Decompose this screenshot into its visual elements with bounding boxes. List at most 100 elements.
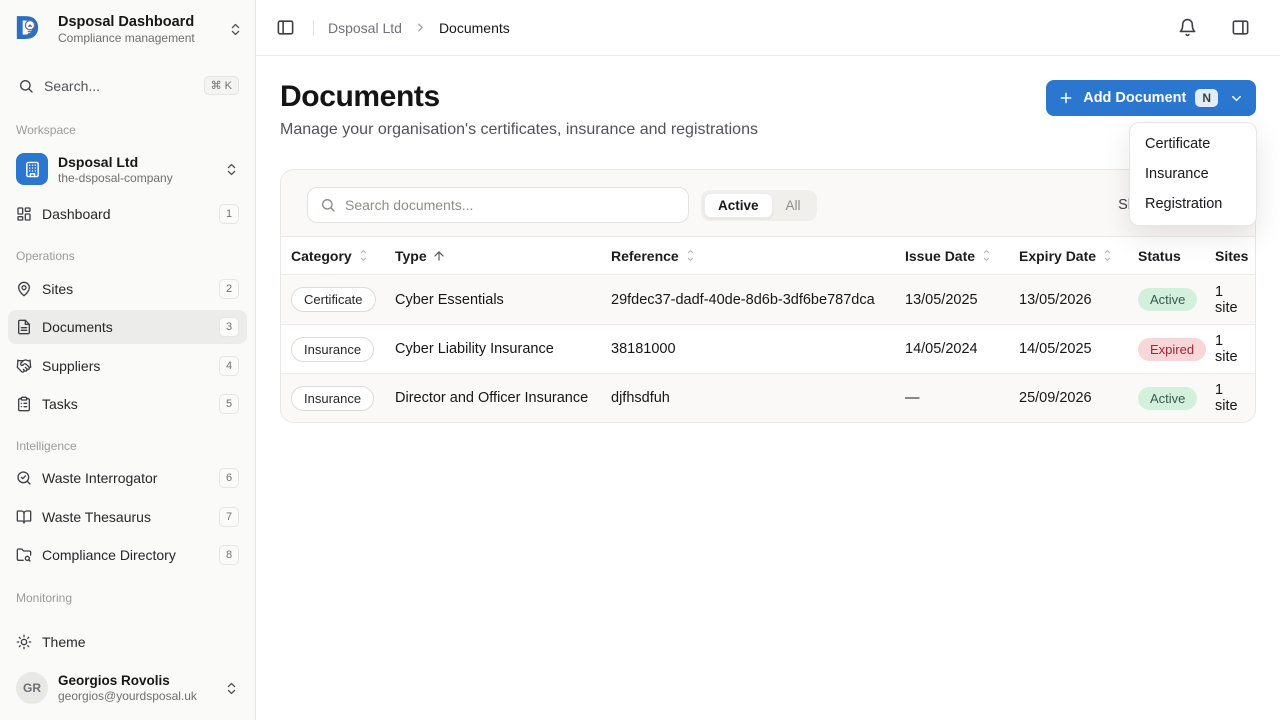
shortcut-badge: 4: [219, 356, 239, 376]
cell-issue-date: 13/05/2025: [905, 292, 978, 308]
cell-issue-date: 14/05/2024: [905, 341, 978, 357]
cell-expiry-date: 13/05/2026: [1019, 292, 1092, 308]
right-panel-toggle-button[interactable]: [1227, 14, 1254, 41]
sidebar-item-label: Dashboard: [42, 206, 209, 222]
sidebar-item-sites[interactable]: Sites 2: [8, 271, 247, 305]
notifications-bell-button[interactable]: [1174, 14, 1201, 41]
toggle-option-active[interactable]: Active: [704, 193, 773, 218]
shortcut-badge: 1: [219, 204, 239, 224]
add-document-button[interactable]: Add Document N: [1046, 80, 1256, 116]
menu-item-certificate[interactable]: Certificate: [1136, 129, 1250, 159]
top-header: Dsposal Ltd Documents: [256, 0, 1280, 56]
section-label-intelligence: Intelligence: [0, 423, 255, 459]
cell-type: Cyber Essentials: [395, 292, 504, 308]
chevrons-up-down-icon: [224, 162, 239, 177]
handshake-icon: [16, 358, 32, 374]
cell-type: Cyber Liability Insurance: [395, 341, 554, 357]
clipped-region: Activity: [0, 611, 255, 622]
title-row: Documents Manage your organisation's cer…: [280, 80, 1256, 139]
page-content: Documents Manage your organisation's cer…: [256, 56, 1280, 447]
sort-icon: [357, 249, 370, 262]
table-row[interactable]: Insurance Director and Officer Insurance…: [281, 373, 1255, 422]
sidebar-search-label: Search...: [44, 78, 194, 94]
breadcrumb-current: Documents: [439, 20, 510, 36]
file-text-icon: [16, 319, 32, 335]
toggle-option-all[interactable]: All: [773, 193, 814, 218]
user-email: georgios@yourdsposal.uk: [58, 689, 214, 703]
column-header-type[interactable]: Type: [395, 248, 611, 264]
topbar-actions: [1174, 14, 1254, 41]
column-header-status: Status: [1138, 248, 1215, 264]
documents-search-box[interactable]: [307, 187, 689, 223]
dsposal-logo-icon: D: [14, 12, 48, 46]
sidebar-item-documents[interactable]: Documents 3: [8, 310, 247, 344]
user-name: Georgios Rovolis: [58, 673, 214, 688]
sidebar-item-activity[interactable]: Activity: [8, 613, 247, 622]
sidebar: D Dsposal Dashboard Compliance managemen…: [0, 0, 256, 720]
shortcut-badge: 3: [219, 317, 239, 337]
cell-issue-date: —: [905, 390, 920, 406]
documents-search-input[interactable]: [345, 197, 676, 213]
user-menu[interactable]: GR Georgios Rovolis georgios@yourdsposal…: [8, 664, 247, 712]
cell-type: Director and Officer Insurance: [395, 390, 588, 406]
sort-icon: [1101, 249, 1114, 262]
plus-icon: [1058, 90, 1074, 106]
folder-search-icon: [16, 547, 32, 563]
sidebar-item-label: Tasks: [42, 396, 209, 412]
cell-sites: 1 site: [1215, 333, 1245, 365]
sidebar-search[interactable]: Search... ⌘ K: [8, 68, 247, 103]
workspace-switcher[interactable]: Dsposal Ltd the-dsposal-company: [8, 145, 247, 193]
sun-icon: [16, 634, 32, 650]
column-header-expiry-date[interactable]: Expiry Date: [1019, 248, 1138, 264]
shortcut-badge: 5: [219, 394, 239, 414]
breadcrumb: Dsposal Ltd Documents: [328, 20, 510, 36]
breadcrumb-parent[interactable]: Dsposal Ltd: [328, 20, 402, 36]
chevrons-up-down-icon: [224, 681, 239, 696]
add-document-dropdown-menu: Certificate Insurance Registration: [1129, 122, 1257, 226]
category-badge: Insurance: [291, 386, 374, 411]
cell-reference: 29fdec37-dadf-40de-8d6b-3df6be787dca: [611, 292, 875, 308]
sort-asc-icon: [432, 249, 446, 263]
category-badge: Certificate: [291, 287, 376, 312]
category-badge: Insurance: [291, 337, 374, 362]
sidebar-item-dashboard[interactable]: Dashboard 1: [8, 197, 247, 231]
clipboard-icon: [16, 396, 32, 412]
menu-item-insurance[interactable]: Insurance: [1136, 159, 1250, 189]
page-subtitle: Manage your organisation's certificates,…: [280, 121, 758, 139]
chevron-down-icon[interactable]: [1229, 91, 1244, 106]
sidebar-toggle-button[interactable]: [272, 14, 299, 41]
sidebar-item-compliance-directory[interactable]: Compliance Directory 8: [8, 538, 247, 572]
sidebar-item-label: Suppliers: [42, 358, 209, 374]
theme-toggle[interactable]: Theme: [8, 624, 247, 660]
chevrons-up-down-icon: [228, 22, 243, 37]
column-header-issue-date[interactable]: Issue Date: [905, 248, 1019, 264]
section-label-monitoring: Monitoring: [0, 575, 255, 611]
table-row[interactable]: Certificate Cyber Essentials 29fdec37-da…: [281, 275, 1255, 324]
sidebar-item-suppliers[interactable]: Suppliers 4: [8, 348, 247, 382]
sidebar-item-waste-thesaurus[interactable]: Waste Thesaurus 7: [8, 500, 247, 534]
main-area: Dsposal Ltd Documents Documents Manage y…: [256, 0, 1280, 720]
workspace-slug: the-dsposal-company: [58, 171, 214, 185]
column-header-reference[interactable]: Reference: [611, 248, 905, 264]
column-header-category[interactable]: Category: [291, 248, 395, 264]
workspace-building-icon: [16, 153, 48, 185]
table-row[interactable]: Insurance Cyber Liability Insurance 3818…: [281, 324, 1255, 373]
cell-sites: 1 site: [1215, 284, 1245, 316]
avatar: GR: [16, 672, 48, 704]
add-document-label: Add Document: [1083, 90, 1186, 106]
status-badge: Active: [1138, 288, 1197, 311]
page-title: Documents: [280, 80, 758, 114]
shortcut-badge: 2: [219, 279, 239, 299]
workspace-text: Dsposal Ltd the-dsposal-company: [58, 154, 214, 185]
search-check-icon: [16, 470, 32, 486]
sidebar-item-label: Sites: [42, 281, 209, 297]
menu-item-registration[interactable]: Registration: [1136, 189, 1250, 219]
sidebar-item-tasks[interactable]: Tasks 5: [8, 387, 247, 421]
sort-icon: [684, 249, 697, 262]
active-all-toggle: Active All: [701, 190, 817, 221]
sidebar-item-waste-interrogator[interactable]: Waste Interrogator 6: [8, 461, 247, 495]
status-badge: Active: [1138, 387, 1197, 410]
documents-card: Active All Show 10 Category: [280, 169, 1256, 423]
shortcut-badge: 8: [219, 545, 239, 565]
app-brand[interactable]: D Dsposal Dashboard Compliance managemen…: [0, 0, 255, 56]
